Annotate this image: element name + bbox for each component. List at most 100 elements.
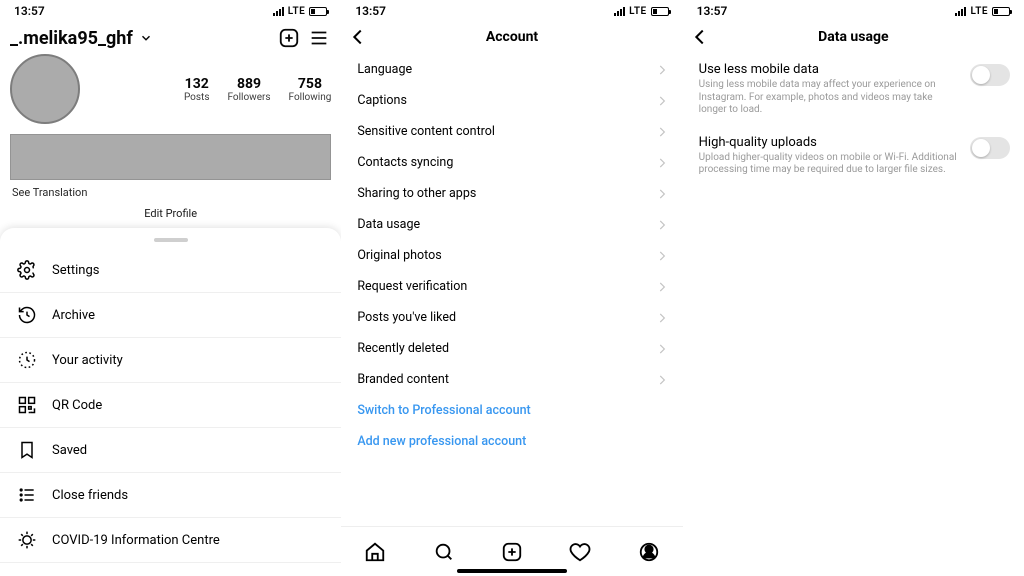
battery-icon — [651, 7, 669, 16]
account-item-posts-liked[interactable]: Posts you've liked — [341, 302, 682, 333]
row-subtitle: Upload higher-quality videos on mobile o… — [699, 152, 960, 177]
tab-home-icon[interactable] — [363, 540, 387, 564]
row-subtitle: Using less mobile data may affect your e… — [699, 79, 960, 117]
account-item-contacts-syncing[interactable]: Contacts syncing — [341, 147, 682, 178]
screen-profile-menu: 13:57 LTE _.melika95_ghf — [0, 0, 341, 576]
account-item-branded-content[interactable]: Branded content — [341, 364, 682, 395]
screen-account: 13:57 LTE Account Language Captions Sens… — [341, 0, 682, 576]
account-item-data-usage[interactable]: Data usage — [341, 209, 682, 240]
profile-action-sheet: Settings Archive Your activity QR Code S… — [0, 228, 341, 576]
chevron-right-icon — [655, 125, 669, 139]
list-icon — [16, 484, 38, 506]
sheet-grabber[interactable] — [154, 238, 188, 242]
toggle-high-quality-uploads[interactable] — [970, 137, 1010, 159]
covid-icon — [16, 529, 38, 551]
chevron-down-icon[interactable] — [139, 31, 153, 45]
stat-followers[interactable]: 889Followers — [227, 76, 270, 103]
sheet-item-label: Saved — [52, 443, 87, 458]
sheet-item-saved[interactable]: Saved — [0, 428, 341, 473]
bookmark-icon — [16, 439, 38, 461]
data-usage-row-high-quality-uploads: High-quality uploads Upload higher-quali… — [683, 127, 1024, 187]
account-item-language[interactable]: Language — [341, 54, 682, 85]
tab-search-icon[interactable] — [432, 540, 456, 564]
see-translation[interactable]: See Translation — [0, 184, 341, 207]
switch-professional-link[interactable]: Switch to Professional account — [341, 395, 682, 426]
archive-icon — [16, 304, 38, 326]
account-item-original-photos[interactable]: Original photos — [341, 240, 682, 271]
chevron-right-icon — [655, 373, 669, 387]
stat-following[interactable]: 758Following — [289, 76, 332, 103]
account-item-captions[interactable]: Captions — [341, 85, 682, 116]
status-time: 13:57 — [355, 4, 386, 18]
bio-block — [10, 134, 331, 180]
back-button[interactable] — [347, 26, 369, 48]
home-indicator[interactable] — [457, 569, 567, 573]
add-professional-link[interactable]: Add new professional account — [341, 426, 682, 457]
account-list: Language Captions Sensitive content cont… — [341, 54, 682, 457]
chevron-right-icon — [655, 249, 669, 263]
add-post-icon[interactable] — [277, 26, 301, 50]
sheet-item-qr-code[interactable]: QR Code — [0, 383, 341, 428]
sheet-item-covid-info[interactable]: COVID-19 Information Centre — [0, 518, 341, 563]
sheet-item-label: Settings — [52, 263, 99, 278]
network-label: LTE — [629, 6, 647, 17]
sheet-item-label: QR Code — [52, 398, 102, 413]
edit-profile-button[interactable]: Edit Profile — [0, 207, 341, 220]
signal-icon — [273, 7, 284, 16]
screen-data-usage: 13:57 LTE Data usage Use less mobile dat… — [683, 0, 1024, 576]
tab-add-icon[interactable] — [500, 540, 524, 564]
sheet-item-label: Archive — [52, 308, 95, 323]
battery-icon — [309, 7, 327, 16]
sheet-item-label: COVID-19 Information Centre — [52, 533, 220, 548]
account-item-request-verification[interactable]: Request verification — [341, 271, 682, 302]
chevron-right-icon — [655, 280, 669, 294]
account-item-sensitive-content[interactable]: Sensitive content control — [341, 116, 682, 147]
profile-header: _.melika95_ghf — [0, 20, 341, 54]
signal-icon — [614, 7, 625, 16]
network-label: LTE — [970, 6, 988, 17]
sheet-item-settings[interactable]: Settings — [0, 248, 341, 293]
username[interactable]: _.melika95_ghf — [10, 28, 133, 49]
status-time: 13:57 — [14, 4, 45, 18]
page-title: Data usage — [818, 29, 888, 45]
chevron-right-icon — [655, 311, 669, 325]
chevron-right-icon — [655, 218, 669, 232]
page-title: Account — [486, 29, 538, 45]
status-bar: 13:57 LTE — [683, 0, 1024, 20]
sheet-item-archive[interactable]: Archive — [0, 293, 341, 338]
hamburger-menu-icon[interactable] — [307, 26, 331, 50]
profile-stats-row: 132Posts 889Followers 758Following — [0, 54, 341, 130]
nav-header: Account — [341, 20, 682, 54]
row-title: Use less mobile data — [699, 62, 960, 79]
row-title: High-quality uploads — [699, 135, 960, 152]
sheet-item-close-friends[interactable]: Close friends — [0, 473, 341, 518]
account-item-sharing[interactable]: Sharing to other apps — [341, 178, 682, 209]
toggle-less-mobile-data[interactable] — [970, 64, 1010, 86]
account-item-recently-deleted[interactable]: Recently deleted — [341, 333, 682, 364]
chevron-right-icon — [655, 156, 669, 170]
tab-profile-icon[interactable] — [637, 540, 661, 564]
sheet-item-label: Your activity — [52, 353, 123, 368]
status-bar: 13:57 LTE — [0, 0, 341, 20]
back-button[interactable] — [689, 26, 711, 48]
nav-header: Data usage — [683, 20, 1024, 54]
status-right: LTE — [614, 6, 669, 17]
gear-icon — [16, 259, 38, 281]
status-right: LTE — [955, 6, 1010, 17]
signal-icon — [955, 7, 966, 16]
battery-icon — [992, 7, 1010, 16]
tab-activity-icon[interactable] — [568, 540, 592, 564]
status-right: LTE — [273, 6, 328, 17]
status-bar: 13:57 LTE — [341, 0, 682, 20]
network-label: LTE — [288, 6, 306, 17]
stat-posts[interactable]: 132Posts — [184, 76, 210, 103]
activity-icon — [16, 349, 38, 371]
chevron-right-icon — [655, 187, 669, 201]
chevron-right-icon — [655, 342, 669, 356]
sheet-item-label: Close friends — [52, 488, 128, 503]
sheet-item-your-activity[interactable]: Your activity — [0, 338, 341, 383]
chevron-right-icon — [655, 94, 669, 108]
avatar[interactable] — [10, 54, 80, 124]
qr-icon — [16, 394, 38, 416]
chevron-right-icon — [655, 63, 669, 77]
